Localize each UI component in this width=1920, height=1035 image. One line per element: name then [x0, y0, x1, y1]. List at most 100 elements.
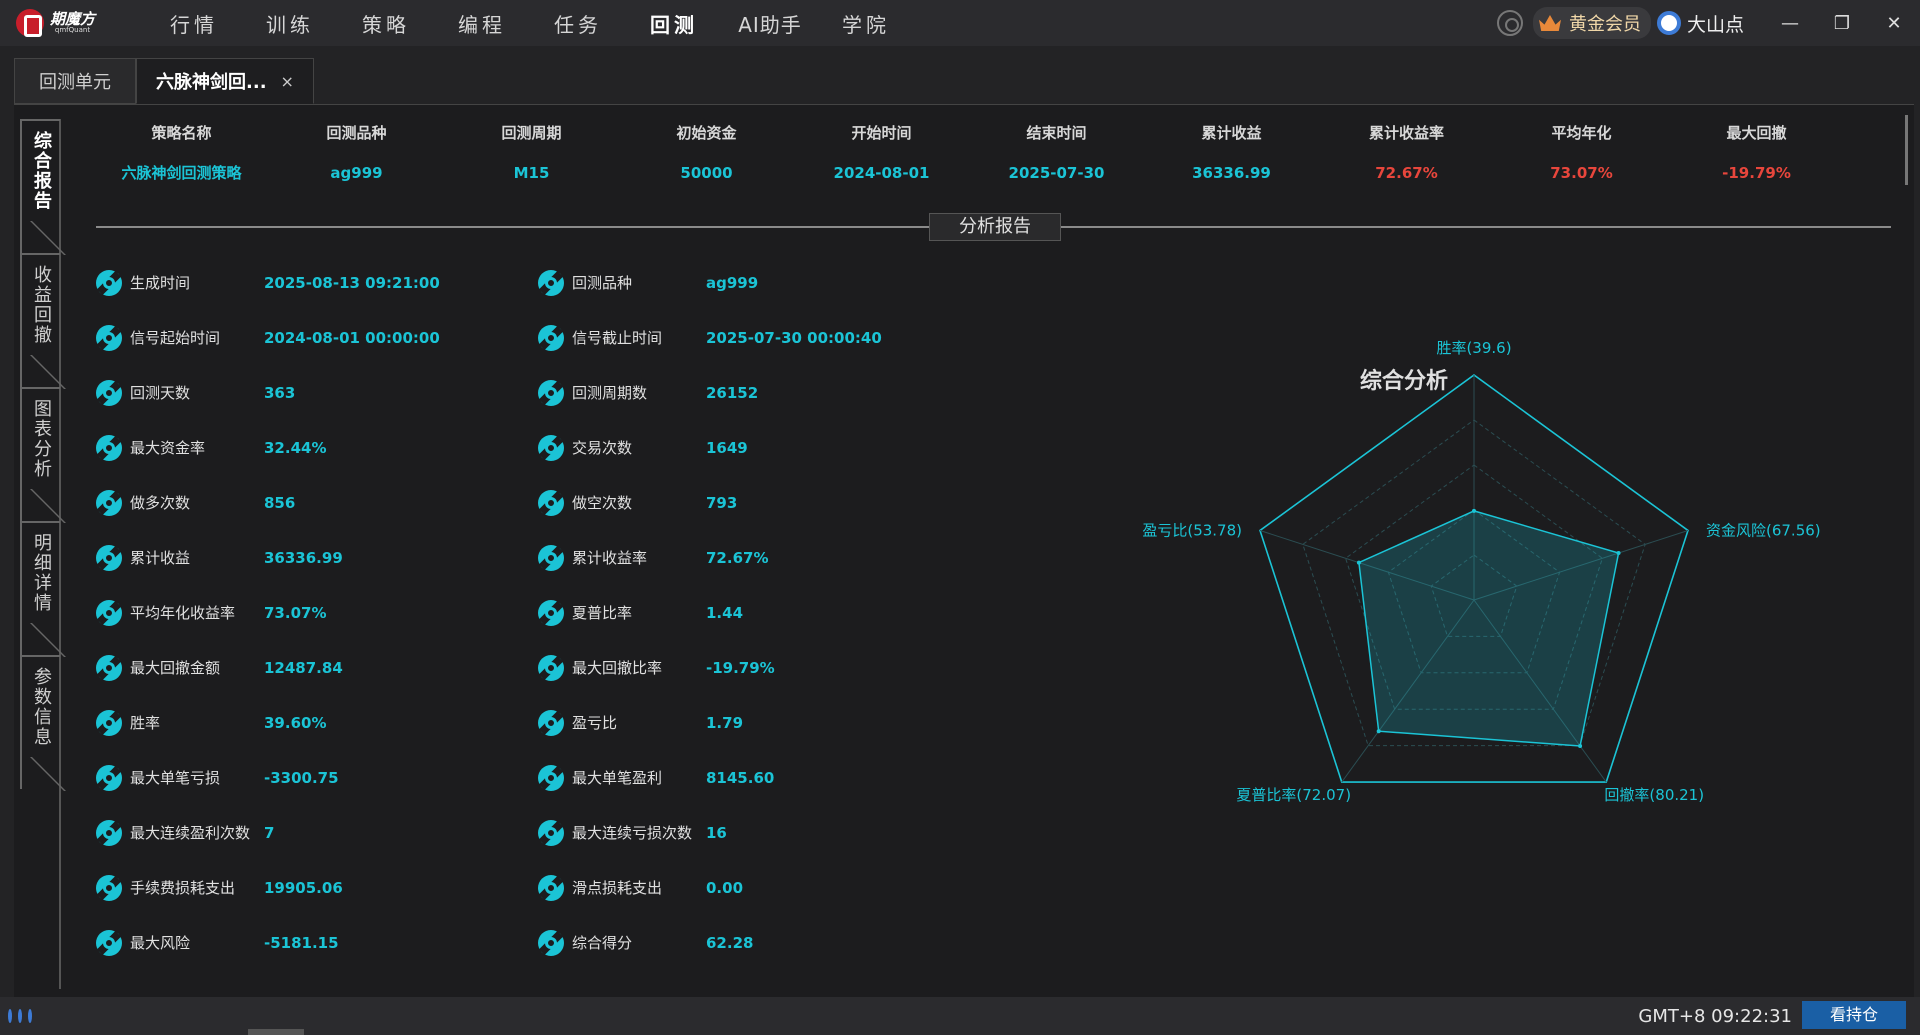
- metric-bullet-icon: [96, 654, 122, 681]
- metric-item: 夏普比率 1.44: [538, 599, 980, 626]
- metric-item: 平均年化收益率 73.07%: [96, 599, 538, 626]
- radar-point[interactable]: [1616, 551, 1621, 556]
- side-tab-details[interactable]: 明细详情: [20, 521, 60, 655]
- view-positions-button[interactable]: 看持仓: [1802, 1001, 1906, 1029]
- nav-item-training[interactable]: 训练: [242, 9, 338, 38]
- radar-point[interactable]: [1356, 560, 1361, 565]
- tab-strategy-report[interactable]: 六脉神剑回... ×: [136, 58, 314, 104]
- radar-point[interactable]: [1376, 729, 1381, 734]
- tab-backtest-unit[interactable]: 回测单元: [14, 58, 136, 104]
- metric-bullet-icon: [538, 599, 564, 626]
- metric-row: 最大资金率 32.44% 交易次数 1649: [96, 420, 980, 475]
- metric-item: 最大资金率 32.44%: [96, 434, 538, 461]
- metric-item: 回测品种 ag999: [538, 269, 980, 296]
- metric-label: 最大单笔盈利: [572, 769, 663, 787]
- metric-item: 综合得分 62.28: [538, 929, 980, 956]
- metric-value: 7: [264, 823, 275, 842]
- logo-icon: [16, 9, 44, 37]
- side-tabs: 综合报告 收益回撤 图表分析 明细详情 参数信息: [20, 119, 68, 789]
- nav-item-backtest[interactable]: 回测: [626, 9, 722, 38]
- metric-value: 363: [264, 383, 296, 402]
- radar-axis-label: 夏普比率(72.07): [1236, 786, 1351, 804]
- radar-point[interactable]: [1578, 744, 1583, 749]
- nav-item-ai-assistant[interactable]: AI助手: [722, 9, 818, 38]
- radar-series-area: [1358, 510, 1620, 747]
- metric-label: 手续费损耗支出: [130, 879, 236, 897]
- logo-sub: qmfQuant: [54, 26, 91, 34]
- metric-item: 最大回撤比率 -19.79%: [538, 654, 980, 681]
- nav-item-programming[interactable]: 编程: [434, 9, 530, 38]
- metric-item: 回测周期数 26152: [538, 379, 980, 406]
- metric-item: 累计收益 36336.99: [96, 544, 538, 571]
- radar-axis-label: 资金风险(67.56): [1706, 521, 1821, 539]
- metric-bullet-icon: [538, 709, 564, 736]
- summary-header: 累计收益率: [1368, 124, 1444, 142]
- summary-scrollbar[interactable]: [1905, 115, 1908, 185]
- metric-label: 最大连续盈利次数: [130, 824, 251, 842]
- metric-label: 最大单笔亏损: [130, 769, 221, 787]
- member-badge[interactable]: 黄金会员: [1532, 7, 1651, 39]
- summary-header: 策略名称: [151, 124, 212, 142]
- nav-item-tasks[interactable]: 任务: [530, 9, 626, 38]
- metric-label: 信号截止时间: [572, 329, 663, 347]
- metric-bullet-icon: [96, 764, 122, 791]
- metric-label: 最大回撤金额: [130, 659, 221, 677]
- radar-axis-label: 盈亏比(53.78): [1142, 521, 1242, 539]
- side-tab-parameters[interactable]: 参数信息: [20, 655, 60, 789]
- metric-value: 2025-08-13 09:21:00: [264, 273, 440, 292]
- metric-bullet-icon: [96, 434, 122, 461]
- metric-value: -19.79%: [706, 658, 775, 677]
- metric-item: 生成时间 2025-08-13 09:21:00: [96, 269, 538, 296]
- metric-label: 滑点损耗支出: [572, 879, 663, 897]
- metric-label: 最大资金率: [130, 439, 206, 457]
- avatar[interactable]: [1656, 11, 1681, 35]
- metric-item: 胜率 39.60%: [96, 709, 538, 736]
- nav-item-academy[interactable]: 学院: [818, 9, 914, 38]
- side-tab-chart-analysis[interactable]: 图表分析: [20, 387, 60, 521]
- top-bar: 期魔方 qmfQuant 行情 训练 策略 编程 任务 回测 AI助手 学院 黄…: [0, 0, 1920, 46]
- restore-button[interactable]: ❐: [1816, 0, 1868, 46]
- metric-bullet-icon: [96, 324, 122, 351]
- metric-row: 做多次数 856 做空次数 793: [96, 475, 980, 530]
- tab-label: 回测单元: [39, 72, 111, 93]
- nav-item-market[interactable]: 行情: [146, 9, 242, 38]
- metric-value: 12487.84: [264, 658, 343, 677]
- report-panel: 综合报告 收益回撤 图表分析 明细详情 参数信息 策略名称 回测品种 回测周期 …: [14, 104, 1914, 997]
- metric-item: 最大连续盈利次数 7: [96, 819, 538, 846]
- summary-header: 初始资金: [676, 124, 737, 142]
- metric-item: 手续费损耗支出 19905.06: [96, 874, 538, 901]
- settings-gear-icon[interactable]: [1496, 10, 1523, 36]
- minimize-button[interactable]: —: [1764, 0, 1816, 46]
- metric-item: 最大单笔亏损 -3300.75: [96, 764, 538, 791]
- summary-header: 回测品种: [326, 124, 387, 142]
- metric-bullet-icon: [538, 489, 564, 516]
- radar-point[interactable]: [1472, 508, 1476, 513]
- nav-item-strategy[interactable]: 策略: [338, 9, 434, 38]
- metric-label: 夏普比率: [572, 604, 633, 622]
- section-title: 分析报告: [929, 213, 1061, 241]
- side-tab-profit-drawdown[interactable]: 收益回撤: [20, 253, 60, 387]
- horizontal-scrollbar[interactable]: [248, 1029, 304, 1035]
- metric-label: 回测周期数: [572, 384, 648, 402]
- metric-value: 36336.99: [264, 548, 343, 567]
- crown-icon: [1538, 15, 1561, 31]
- metric-label: 最大风险: [130, 934, 191, 952]
- metric-item: 最大单笔盈利 8145.60: [538, 764, 980, 791]
- member-label: 黄金会员: [1568, 14, 1641, 35]
- metric-label: 最大连续亏损次数: [572, 824, 693, 842]
- tab-close-icon[interactable]: ×: [281, 72, 294, 91]
- summary-header: 最大回撤: [1726, 124, 1787, 142]
- metric-bullet-icon: [538, 764, 564, 791]
- logo-name: 期魔方: [50, 10, 96, 28]
- metric-label: 平均年化收益率: [130, 604, 236, 622]
- side-tab-summary-report[interactable]: 综合报告: [20, 119, 60, 253]
- metric-value: 19905.06: [264, 878, 343, 897]
- metric-item: 累计收益率 72.67%: [538, 544, 980, 571]
- metric-bullet-icon: [96, 819, 122, 846]
- side-tab-label: 明细详情: [31, 533, 52, 613]
- summary-value-max-drawdown: -19.79%: [1722, 164, 1791, 182]
- close-button[interactable]: ✕: [1868, 0, 1920, 46]
- metric-value: 73.07%: [264, 603, 327, 622]
- app-logo[interactable]: 期魔方 qmfQuant: [16, 9, 126, 37]
- username[interactable]: 大山点: [1687, 10, 1744, 37]
